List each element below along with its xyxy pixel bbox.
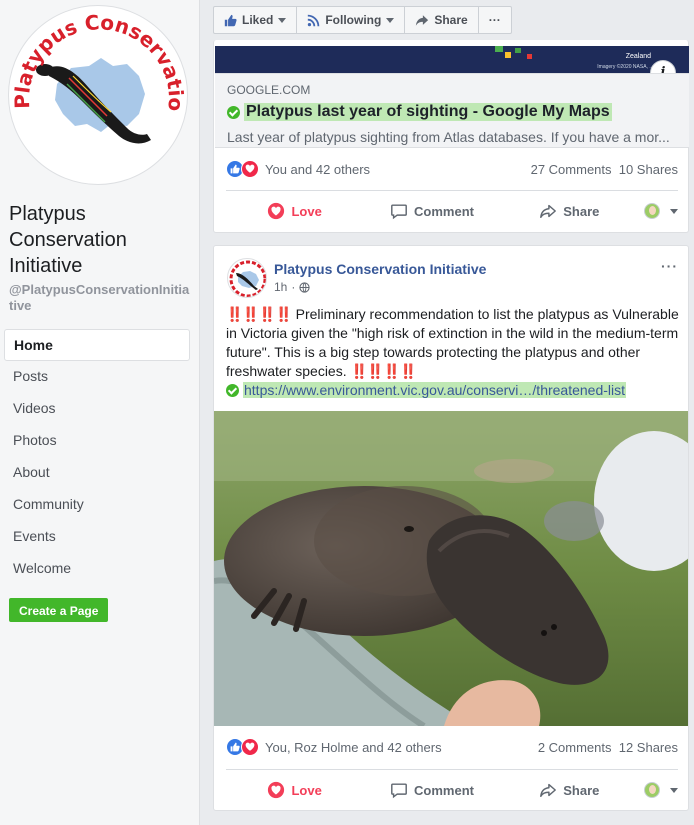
thumbs-up-icon (224, 14, 237, 26)
following-label: Following (325, 13, 382, 27)
share-button[interactable]: Share (501, 782, 638, 798)
chevron-down-icon (669, 787, 678, 793)
love-button[interactable]: Love (226, 781, 363, 799)
divider (226, 190, 678, 191)
post-card-google-maps: Zealand Imagery ©2020 NASA, ...tics i GO… (213, 40, 689, 233)
nav-item-welcome[interactable]: Welcome (4, 553, 190, 585)
link-title[interactable]: Platypus last year of sighting - Google … (227, 103, 677, 121)
reactions-count[interactable]: You and 42 others (265, 162, 370, 177)
exclamation-emoji: ‼️‼️‼️‼️ (226, 306, 293, 322)
nav-item-events[interactable]: Events (4, 521, 190, 553)
love-button[interactable]: Love (226, 202, 363, 220)
liked-button[interactable]: Liked (214, 7, 298, 33)
comment-icon (391, 203, 407, 219)
comments-shares-count[interactable]: 2 Comments 12 Shares (538, 740, 678, 755)
link-domain: GOOGLE.COM (227, 83, 311, 97)
platypus-logo-small (229, 260, 266, 297)
post-body: ‼️‼️‼️‼️ Preliminary recommendation to l… (226, 305, 682, 381)
chevron-down-icon (278, 17, 287, 23)
user-avatar-icon (643, 203, 660, 219)
page-action-bar: Liked Following Share ··· (213, 6, 512, 34)
link-preview[interactable]: GOOGLE.COM Platypus last year of sightin… (215, 73, 689, 148)
nav-item-about[interactable]: About (4, 457, 190, 489)
heart-icon (268, 781, 285, 799)
divider (226, 769, 678, 770)
page-name[interactable]: Platypus Conservation Initiative (9, 201, 189, 279)
nav-item-home[interactable]: Home (4, 329, 190, 361)
share-page-button[interactable]: Share (405, 7, 479, 33)
platypus-photo (214, 411, 688, 726)
love-reaction-icon[interactable] (241, 738, 259, 756)
meta-separator: · (291, 280, 296, 294)
comment-label: Comment (414, 782, 474, 798)
reaction-audience-selector[interactable] (638, 782, 678, 798)
post-url-link[interactable]: https://www.environment.vic.gov.au/conse… (243, 382, 627, 398)
rss-icon (308, 14, 320, 26)
post-link-row: https://www.environment.vic.gov.au/conse… (226, 382, 627, 398)
link-description: Last year of platypus sighting from Atla… (227, 129, 670, 145)
author-avatar[interactable] (227, 258, 267, 298)
map-thumbnail[interactable]: Zealand Imagery ©2020 NASA, ...tics (215, 46, 689, 73)
following-button[interactable]: Following (297, 7, 406, 33)
left-sidebar: Platypus Conservation Initiative Platypu… (0, 0, 200, 825)
comments-shares-count[interactable]: 27 Comments 10 Shares (531, 162, 678, 177)
comment-icon (391, 782, 407, 798)
comment-button[interactable]: Comment (363, 203, 500, 220)
post-photo-platypus[interactable] (214, 411, 688, 726)
map-place-label: Zealand (625, 53, 651, 60)
nav-item-photos[interactable]: Photos (4, 425, 190, 457)
platypus-logo: Platypus Conservation Initiative (9, 6, 187, 182)
page-nav: Home Posts Videos Photos About Community… (4, 329, 190, 585)
reactions-summary: You, Roz Holme and 42 others 2 Comments … (226, 737, 678, 757)
post-options-button[interactable]: ··· (661, 258, 678, 274)
user-avatar-icon (643, 782, 660, 798)
nav-item-community[interactable]: Community (4, 489, 190, 521)
nav-item-videos[interactable]: Videos (4, 393, 190, 425)
more-options-button[interactable]: ··· (479, 7, 511, 33)
globe-icon[interactable] (299, 281, 310, 293)
comment-label: Comment (414, 203, 474, 219)
reactions-count[interactable]: You, Roz Holme and 42 others (265, 740, 442, 755)
post-timestamp[interactable]: 1h (274, 280, 287, 294)
post-author-name[interactable]: Platypus Conservation Initiative (274, 261, 486, 277)
post-actions: Love Comment Share (226, 774, 678, 806)
share-icon (540, 204, 557, 219)
link-title-text: Platypus last year of sighting - Google … (244, 103, 612, 121)
chevron-down-icon (386, 17, 395, 23)
reactions-summary: You and 42 others 27 Comments 10 Shares (226, 159, 678, 179)
share-label: Share (563, 203, 600, 219)
comment-button[interactable]: Comment (363, 782, 500, 799)
checkmark-icon (227, 105, 240, 119)
share-label: Share (563, 782, 600, 798)
share-button[interactable]: Share (501, 203, 638, 219)
love-label: Love (291, 782, 322, 798)
love-label: Love (291, 203, 322, 219)
post-body-text: Preliminary recommendation to list the p… (226, 306, 679, 379)
checkmark-icon (226, 383, 239, 397)
nav-item-posts[interactable]: Posts (4, 361, 190, 393)
post-meta: 1h · (274, 280, 310, 294)
exclamation-emoji: ‼️‼️‼️‼️ (350, 363, 418, 379)
heart-icon (268, 202, 285, 220)
chevron-down-icon (669, 208, 678, 214)
page-handle[interactable]: @PlatypusConservationInitiative (9, 282, 191, 314)
post-actions: Love Comment Share (226, 195, 678, 227)
create-page-button[interactable]: Create a Page (9, 598, 109, 622)
reaction-audience-selector[interactable] (638, 203, 678, 219)
share-label: Share (434, 13, 468, 27)
page-profile-picture[interactable]: Platypus Conservation Initiative (8, 5, 188, 185)
liked-label: Liked (242, 13, 274, 27)
share-arrow-icon (416, 14, 429, 26)
share-icon (540, 783, 557, 798)
post-card-threatened-list: Platypus Conservation Initiative 1h · ··… (213, 245, 689, 811)
love-reaction-icon[interactable] (241, 160, 259, 178)
